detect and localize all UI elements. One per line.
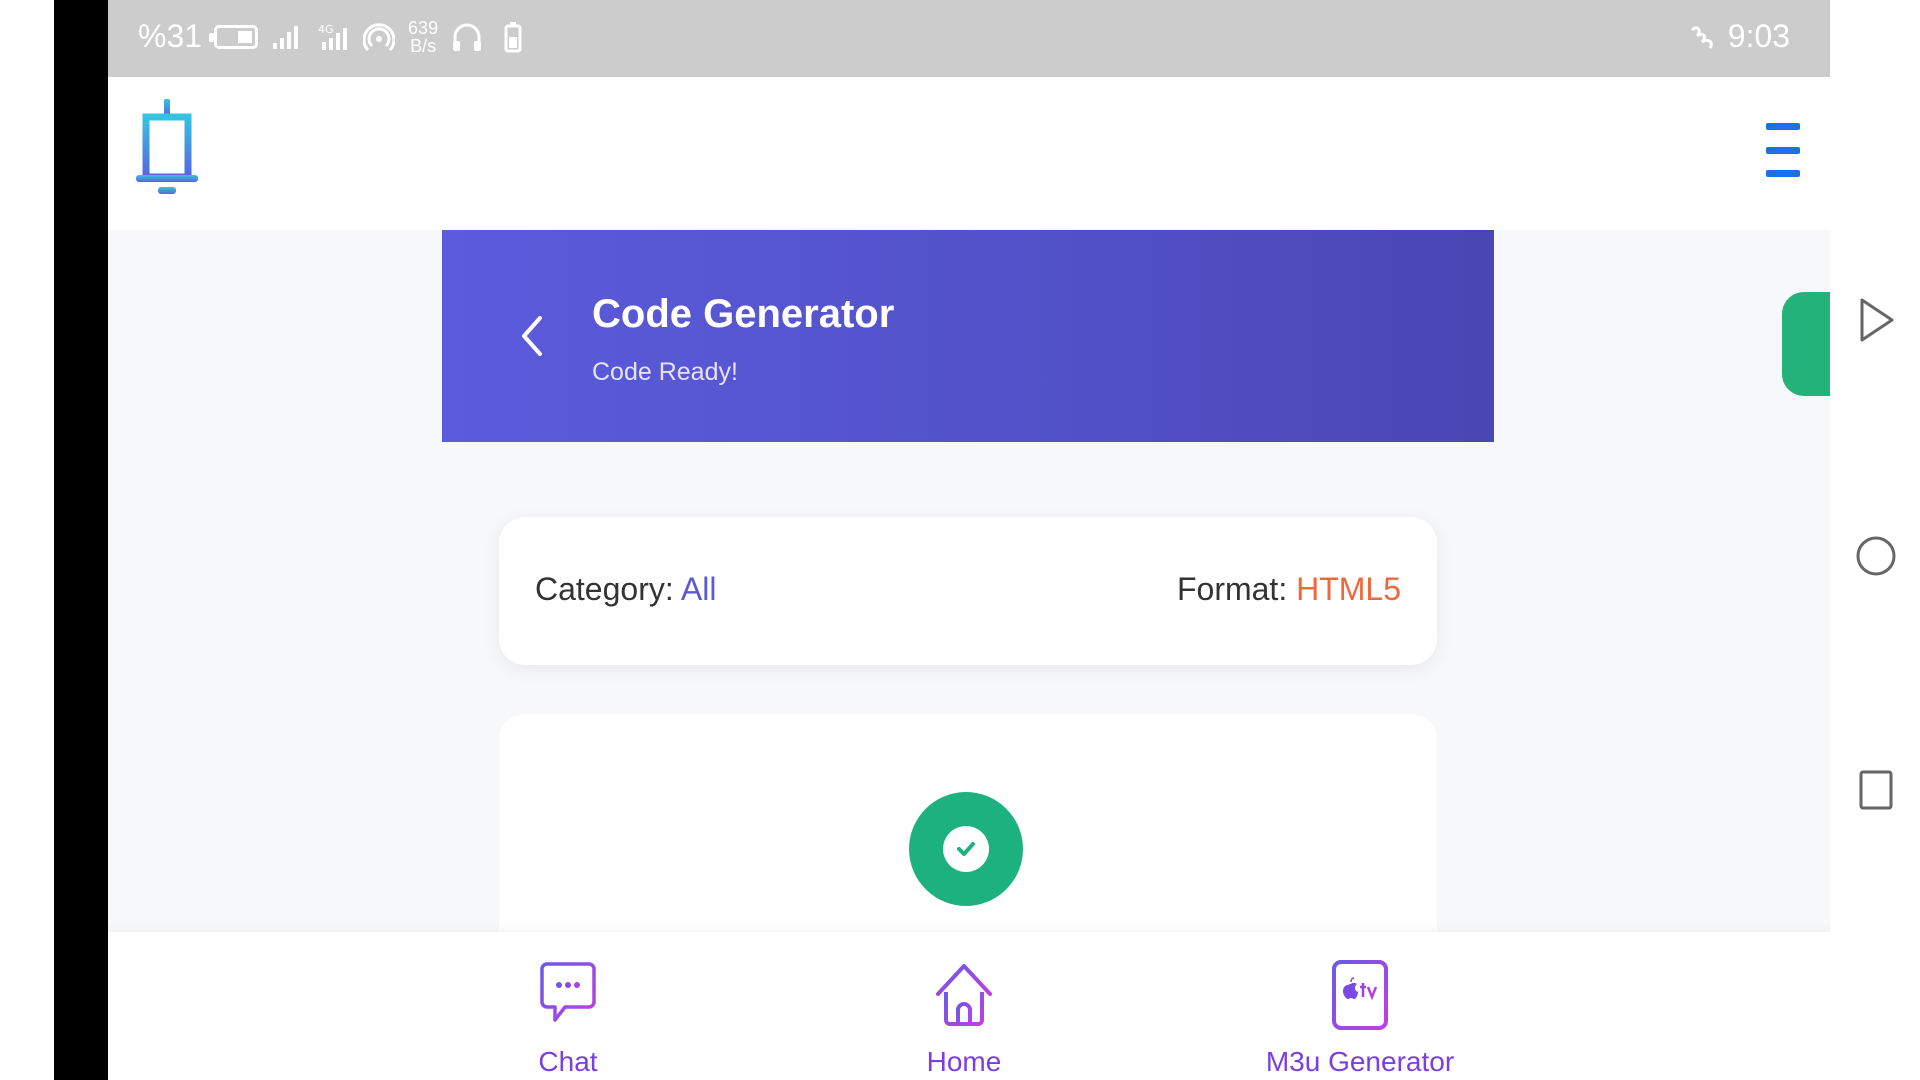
signal-4g-icon: 4G <box>316 20 350 54</box>
signal-icon <box>270 20 304 54</box>
side-tab[interactable] <box>1782 292 1830 396</box>
nav-label-m3u-generator: M3u Generator <box>1265 1046 1455 1077</box>
nav-label-home: Home <box>926 1046 1002 1077</box>
apple-tv-icon <box>1328 958 1392 1032</box>
hotspot-icon <box>362 20 396 54</box>
home-icon <box>932 958 996 1032</box>
net-speed-unit: B/s <box>410 35 437 56</box>
svg-text:4G: 4G <box>318 23 334 36</box>
alarm-icon <box>1686 20 1720 54</box>
small-battery-icon <box>496 20 530 54</box>
page-title: Code Generator <box>592 292 895 336</box>
status-time: 9:03 <box>1727 18 1790 54</box>
left-black-bar <box>54 0 108 1080</box>
system-nav-bar <box>1830 0 1920 1080</box>
nav-label-chat: Chat <box>538 1046 598 1077</box>
headphones-icon <box>450 20 484 54</box>
system-back-button[interactable] <box>1852 296 1900 344</box>
net-speed-value: 639 <box>408 17 439 38</box>
status-left: %31 4G 639 B/s <box>138 18 530 55</box>
net-speed: 639 B/s <box>408 19 438 55</box>
hamburger-menu-icon[interactable] <box>1766 123 1800 177</box>
check-icon <box>943 826 989 872</box>
app-screen: %31 4G 639 B/s 9:03 Code Generator Code … <box>108 0 1830 1080</box>
success-badge <box>909 792 1023 906</box>
app-logo-icon[interactable] <box>132 99 202 195</box>
bottom-nav: Chat Home M3u Generator <box>108 932 1830 1080</box>
page-subtitle: Code Ready! <box>592 358 738 386</box>
battery-icon <box>209 24 259 49</box>
category-value: All <box>680 571 717 607</box>
format-info: Format: HTML5 <box>1177 571 1401 608</box>
chat-icon <box>536 958 600 1032</box>
circle-home-icon <box>1856 536 1896 576</box>
status-bar: %31 4G 639 B/s 9:03 <box>108 0 1830 77</box>
category-info: Category: All <box>535 571 716 608</box>
back-button[interactable] <box>512 310 552 362</box>
system-recents-button[interactable] <box>1852 766 1900 814</box>
app-header <box>108 77 1830 230</box>
page-banner: Code Generator Code Ready! <box>442 230 1494 442</box>
format-label: Format: <box>1176 571 1297 607</box>
status-right: 9:03 <box>1686 18 1790 55</box>
battery-percent: %31 <box>138 18 203 54</box>
square-recents-icon <box>1859 770 1893 810</box>
system-home-button[interactable] <box>1852 532 1900 580</box>
format-value: HTML5 <box>1296 571 1401 607</box>
category-label: Category: <box>535 571 681 607</box>
info-card: Category: All Format: HTML5 <box>499 517 1437 665</box>
nav-item-home[interactable]: Home <box>834 958 1094 1078</box>
nav-item-m3u-generator[interactable]: M3u Generator <box>1230 958 1490 1078</box>
triangle-back-icon <box>1860 298 1894 342</box>
chevron-left-icon <box>522 316 542 356</box>
nav-item-chat[interactable]: Chat <box>438 958 698 1078</box>
